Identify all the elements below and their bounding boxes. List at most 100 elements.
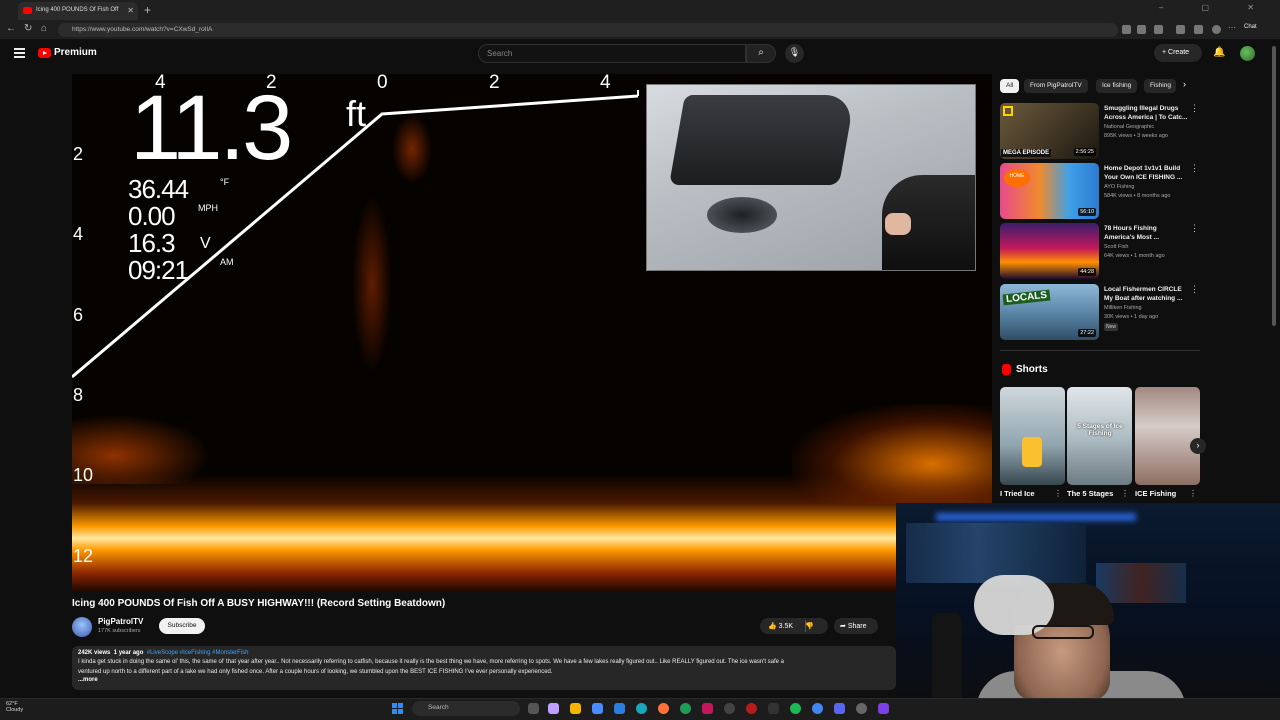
video-thumbnail[interactable]: HOME 56:10 [1000,163,1099,219]
description-box[interactable]: 242K views 1 year ago #LiveScope #IceFis… [72,646,896,690]
short-thumbnail[interactable]: 5 Stages of Ice Fishing [1067,387,1132,485]
clock-unit: AM [220,257,234,267]
short-thumbnail[interactable] [1000,387,1065,485]
home-icon[interactable]: ⌂ [41,23,47,34]
more-actions-icon[interactable]: ⋮ [1190,284,1199,295]
ice-auger-image [1022,437,1042,467]
clock-readout: 09:21 [128,255,189,285]
task-view-icon[interactable] [528,703,539,714]
chevron-right-icon[interactable]: › [1183,79,1186,89]
back-icon[interactable]: ← [6,23,16,34]
share-label: Share [847,623,867,630]
search-input[interactable]: Search [478,44,746,63]
show-more-link[interactable]: ...more [78,677,890,683]
short-title[interactable]: The 5 Stages [1067,489,1113,498]
more-actions-icon[interactable]: ⋮ [1121,489,1129,498]
recommended-video[interactable]: LOCALS 27:22 Local Fishermen CIRCLE My B… [1000,284,1200,340]
voltage-unit: V [200,235,211,252]
chrome-icon[interactable] [812,703,823,714]
app-icon[interactable] [746,703,757,714]
thumbs-down-icon[interactable]: 👎 [805,623,814,630]
channel-name[interactable]: Scott Fish [1104,244,1128,250]
webcam-overlay [896,503,1280,703]
video-title[interactable]: Local Fishermen CIRCLE My Boat after wat… [1104,285,1188,303]
youtube-logo-icon[interactable] [38,48,51,58]
close-tab-icon[interactable]: ✕ [127,6,134,15]
app-icon[interactable] [614,703,625,714]
search-button[interactable]: ⌕ [746,44,776,63]
app-icon[interactable] [592,703,603,714]
recommended-video[interactable]: 44:28 78 Hours Fishing America's Most ..… [1000,223,1200,279]
short-title[interactable]: I Tried Ice [1000,489,1035,498]
channel-avatar[interactable] [72,617,92,637]
chip-ice-fishing[interactable]: Ice fishing [1096,79,1138,93]
windows-start-icon[interactable] [392,703,403,714]
video-thumbnail[interactable]: LOCALS 27:22 [1000,284,1099,340]
more-actions-icon[interactable]: ⋮ [1190,103,1199,114]
taskbar-search[interactable]: Search [412,701,520,716]
extension-icon[interactable] [1122,25,1131,34]
more-actions-icon[interactable]: ⋮ [1189,489,1197,498]
more-actions-icon[interactable]: ⋮ [1190,163,1199,174]
browser-menu-icon[interactable]: ⋯ [1228,23,1237,32]
address-bar[interactable]: https://www.youtube.com/watch?v=CXwSd_ro… [58,23,1118,37]
app-icon[interactable] [702,703,713,714]
chip-all[interactable]: All [1000,79,1020,93]
channel-name[interactable]: PigPatrolTV [98,617,143,626]
browser-tab[interactable]: Icing 400 POUNDS Of Fish Off ✕ [18,2,138,20]
short-thumbnail[interactable] [1135,387,1200,485]
video-title[interactable]: Home Depot 1v1v1 Build Your Own ICE FISH… [1104,164,1188,182]
chip-from-channel[interactable]: From PigPatrolTV [1024,79,1088,93]
window-controls[interactable]: – ▢ ✕ [1159,3,1272,12]
voice-search-button[interactable]: 🎙 [785,44,804,63]
weather-widget[interactable]: 62°F Cloudy [6,701,23,713]
extension-icon[interactable] [1194,25,1203,34]
bookmark-icon[interactable] [1137,25,1146,34]
app-icon[interactable] [834,703,845,714]
short-title[interactable]: ICE Fishing [1135,489,1176,498]
chevron-right-icon[interactable]: › [1190,438,1206,454]
app-icon[interactable] [856,703,867,714]
edge-browser-icon[interactable] [636,703,647,714]
copilot-chat-button[interactable]: Chat [1244,24,1257,30]
share-button[interactable]: ➦ Share [834,618,878,634]
channel-name[interactable]: National Geographic [1104,124,1154,130]
app-icon[interactable] [680,703,691,714]
thumbnail-overlay-text: MEGA EPISODE [1001,149,1052,157]
recommended-video[interactable]: MEGA EPISODE 2:56:25 Smuggling Illegal D… [1000,103,1200,159]
hashtags[interactable]: #LiveScope #IceFishing #MonsterFish [147,650,249,656]
new-tab-button[interactable]: + [144,3,151,17]
depth-scale-label: 2 [73,144,84,164]
spotify-icon[interactable] [790,703,801,714]
page-scrollbar[interactable] [1272,46,1276,326]
app-icon[interactable] [878,703,889,714]
channel-name[interactable]: Milliken Fishing [1104,305,1142,311]
video-title[interactable]: 78 Hours Fishing America's Most ... [1104,224,1188,242]
terminal-icon[interactable] [768,703,779,714]
more-actions-icon[interactable]: ⋮ [1054,489,1062,498]
video-duration: 27:22 [1078,329,1096,337]
more-actions-icon[interactable]: ⋮ [1190,223,1199,234]
hamburger-menu-icon[interactable] [14,48,25,58]
notifications-bell-icon[interactable]: 🔔 [1213,47,1225,58]
firefox-icon[interactable] [658,703,669,714]
create-button[interactable]: + Create [1154,44,1202,62]
file-explorer-icon[interactable] [570,703,581,714]
video-thumbnail[interactable]: 44:28 [1000,223,1099,279]
video-thumbnail[interactable]: MEGA EPISODE 2:56:25 [1000,103,1099,159]
video-title[interactable]: Smuggling Illegal Drugs Across America |… [1104,104,1188,122]
like-button[interactable]: 👍 3.5K 👎 [760,618,828,634]
profile-icon[interactable] [1212,25,1221,34]
app-icon[interactable] [548,703,559,714]
reload-icon[interactable]: ↻ [24,23,32,34]
extension-icon[interactable] [1176,25,1185,34]
account-avatar[interactable] [1240,46,1255,61]
extension-icon[interactable] [1154,25,1163,34]
recommended-video[interactable]: HOME 56:10 Home Depot 1v1v1 Build Your O… [1000,163,1200,219]
subscribe-button[interactable]: Subscribe [159,618,205,634]
youtube-premium-label[interactable]: Premium [54,47,97,58]
channel-name[interactable]: AYO Fishing [1104,184,1134,190]
chip-fishing[interactable]: Fishing [1144,79,1176,93]
video-player[interactable]: 4 2 0 2 4 2 4 6 8 10 12 11.3 ft 36.44 °F… [72,74,992,591]
app-icon[interactable] [724,703,735,714]
